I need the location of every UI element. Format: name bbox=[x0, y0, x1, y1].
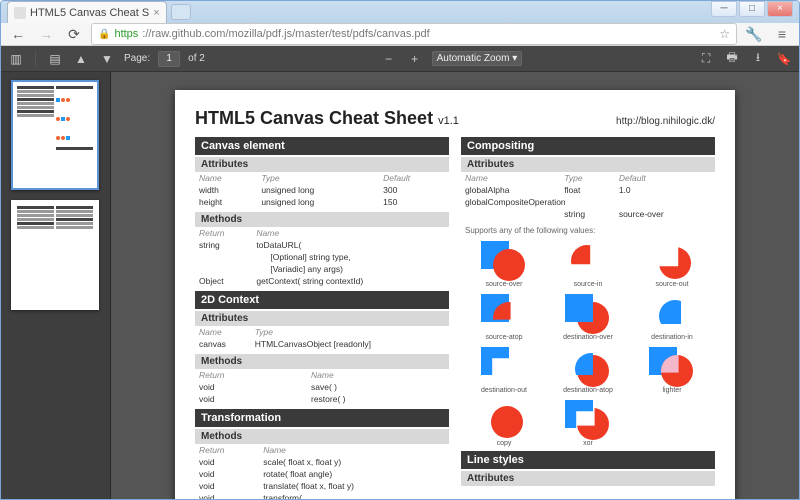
address-bar[interactable]: 🔒 https ://raw.github.com/mozilla/pdf.js… bbox=[91, 23, 737, 45]
transform-methods-table: ReturnName voidscale( float x, float y) … bbox=[195, 444, 449, 500]
url-rest: ://raw.github.com/mozilla/pdf.js/master/… bbox=[142, 28, 429, 40]
page-view[interactable]: HTML5 Canvas Cheat Sheet v1.1 http://blo… bbox=[111, 72, 799, 500]
sub-header: Attributes bbox=[195, 311, 449, 326]
zoom-select[interactable]: Automatic Zoom ▾ bbox=[432, 51, 523, 66]
prev-page-icon[interactable]: ▲ bbox=[72, 50, 90, 68]
sub-header: Methods bbox=[195, 429, 449, 444]
tab-strip: HTML5 Canvas Cheat S × ─ □ × bbox=[1, 1, 799, 23]
favicon bbox=[14, 7, 26, 19]
canvas-attributes-table: NameTypeDefault widthunsigned long300 he… bbox=[195, 172, 449, 208]
hamburger-menu-icon[interactable]: ≡ bbox=[771, 23, 793, 45]
sub-header: Methods bbox=[195, 212, 449, 227]
composite-swatch-grid: source-over source-in source-out source-… bbox=[461, 237, 715, 451]
thumbnail-page-2[interactable] bbox=[11, 200, 99, 310]
section-header: Compositing bbox=[461, 137, 715, 155]
pdf-page: HTML5 Canvas Cheat Sheet v1.1 http://blo… bbox=[175, 90, 735, 500]
forward-button[interactable]: → bbox=[35, 23, 57, 45]
back-button[interactable]: ← bbox=[7, 23, 29, 45]
section-header: Canvas element bbox=[195, 137, 449, 155]
thumbnail-panel bbox=[1, 72, 111, 500]
find-icon[interactable]: ▤ bbox=[46, 50, 64, 68]
context-attributes-table: NameType canvasHTMLCanvasObject [readonl… bbox=[195, 326, 449, 350]
download-icon[interactable]: ⭳ bbox=[749, 50, 767, 68]
bookmark-icon[interactable]: 🔖 bbox=[775, 50, 793, 68]
pdf-toolbar: ▥ ▤ ▲ ▼ Page: of 2 − + Automatic Zoom ▾ … bbox=[1, 46, 799, 72]
compositing-attributes-table: NameTypeDefault globalAlphafloat1.0 glob… bbox=[461, 172, 715, 220]
url-scheme: https bbox=[114, 28, 138, 40]
close-window-button[interactable]: × bbox=[767, 1, 793, 17]
next-page-icon[interactable]: ▼ bbox=[98, 50, 116, 68]
section-header: Line styles bbox=[461, 451, 715, 469]
zoom-in-icon[interactable]: + bbox=[406, 50, 424, 68]
close-tab-icon[interactable]: × bbox=[153, 7, 159, 19]
context-methods-table: ReturnName voidsave( ) voidrestore( ) bbox=[195, 369, 449, 405]
bookmark-star-icon[interactable]: ☆ bbox=[719, 27, 730, 41]
print-icon[interactable]: 🖶 bbox=[723, 50, 741, 68]
page-title: HTML5 Canvas Cheat Sheet v1.1 bbox=[195, 108, 459, 129]
minimize-button[interactable]: ─ bbox=[711, 1, 737, 17]
browser-tab[interactable]: HTML5 Canvas Cheat S × bbox=[7, 1, 167, 23]
nav-bar: ← → ⟳ 🔒 https ://raw.github.com/mozilla/… bbox=[1, 23, 799, 46]
sub-header: Attributes bbox=[461, 471, 715, 486]
sub-header: Attributes bbox=[461, 157, 715, 172]
section-header: 2D Context bbox=[195, 291, 449, 309]
canvas-methods-table: ReturnName stringtoDataURL( [Optional] s… bbox=[195, 227, 449, 287]
page-label: Page: bbox=[124, 53, 150, 64]
comp-note: Supports any of the following values: bbox=[461, 224, 715, 237]
sub-header: Attributes bbox=[195, 157, 449, 172]
sidebar-toggle-icon[interactable]: ▥ bbox=[7, 50, 25, 68]
tab-title: HTML5 Canvas Cheat S bbox=[30, 7, 149, 19]
sub-header: Methods bbox=[195, 354, 449, 369]
page-number-input[interactable] bbox=[158, 51, 180, 67]
zoom-out-icon[interactable]: − bbox=[380, 50, 398, 68]
reload-button[interactable]: ⟳ bbox=[63, 23, 85, 45]
page-count: of 2 bbox=[188, 53, 205, 64]
section-header: Transformation bbox=[195, 409, 449, 427]
wrench-menu-icon[interactable]: 🔧 bbox=[743, 23, 765, 45]
new-tab-button[interactable] bbox=[171, 4, 191, 20]
thumbnail-page-1[interactable] bbox=[11, 80, 99, 190]
presentation-icon[interactable]: ⛶ bbox=[697, 50, 715, 68]
doc-link: http://blog.nihilogic.dk/ bbox=[616, 116, 715, 127]
maximize-button[interactable]: □ bbox=[739, 1, 765, 17]
lock-icon: 🔒 bbox=[98, 29, 110, 40]
